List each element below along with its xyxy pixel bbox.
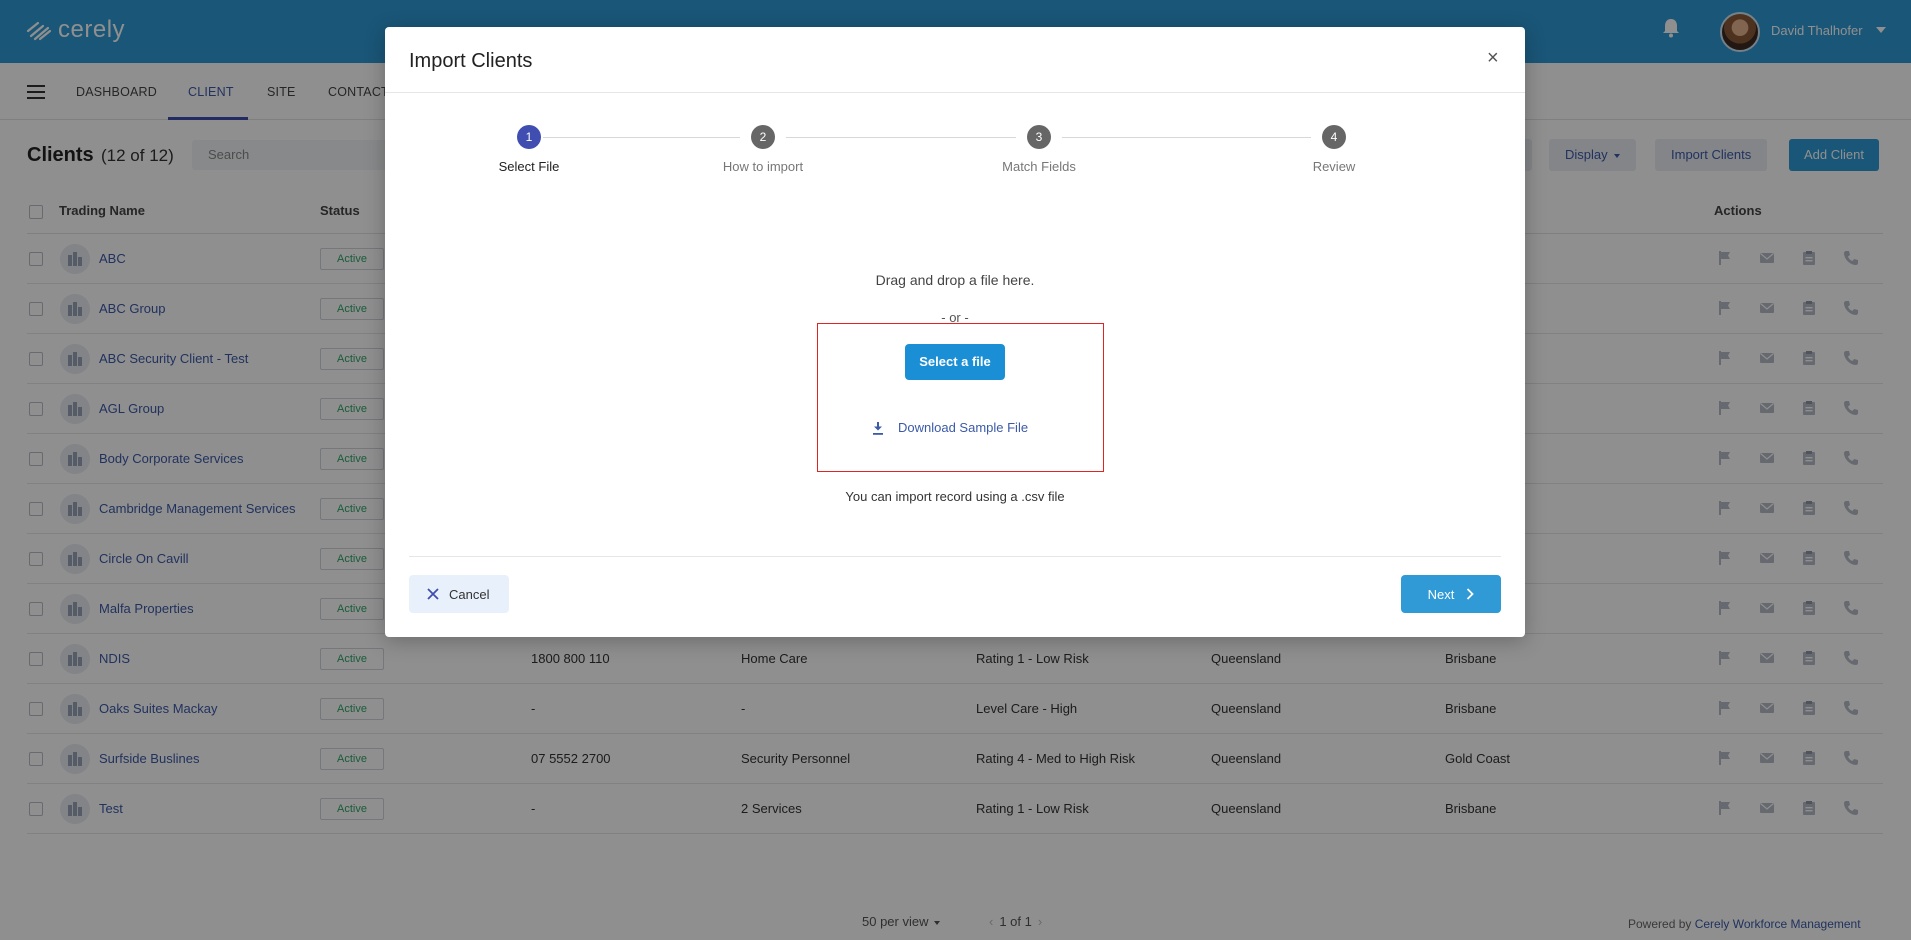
step-how-to-import: 2 How to import <box>693 125 833 174</box>
modal-title: Import Clients <box>409 50 533 72</box>
import-stepper: 1 Select File 2 How to import 3 Match Fi… <box>385 125 1525 185</box>
cancel-label: Cancel <box>449 586 490 602</box>
cancel-button[interactable]: Cancel <box>409 575 509 613</box>
step-label: How to import <box>722 159 804 174</box>
next-label: Next <box>1427 586 1455 602</box>
step-select-file: 1 Select File <box>459 125 599 174</box>
close-icon <box>427 588 439 600</box>
step-match-fields: 3 Match Fields <box>969 125 1109 174</box>
modal-header: Import Clients × <box>385 27 1525 93</box>
modal-divider <box>409 556 1501 557</box>
step-label: Review <box>1312 159 1356 174</box>
download-icon <box>873 421 883 435</box>
step-label: Select File <box>498 159 560 174</box>
import-clients-modal: Import Clients × 1 Select File 2 How to … <box>385 27 1525 637</box>
step-number: 3 <box>1027 125 1051 149</box>
step-label: Match Fields <box>1002 159 1076 174</box>
step-number: 2 <box>751 125 775 149</box>
file-dropzone[interactable]: Drag and drop a file here. <box>385 272 1525 288</box>
step-number: 4 <box>1322 125 1346 149</box>
chevron-right-icon <box>1467 588 1475 600</box>
step-review: 4 Review <box>1264 125 1404 174</box>
select-file-button[interactable]: Select a file <box>905 344 1005 380</box>
step-number: 1 <box>517 125 541 149</box>
download-sample-link[interactable]: Download Sample File <box>872 420 1028 435</box>
import-hint: You can import record using a .csv file <box>845 489 1065 504</box>
close-icon[interactable]: × <box>1487 47 1499 70</box>
next-button[interactable]: Next <box>1401 575 1501 613</box>
download-label: Download Sample File <box>898 420 1029 435</box>
